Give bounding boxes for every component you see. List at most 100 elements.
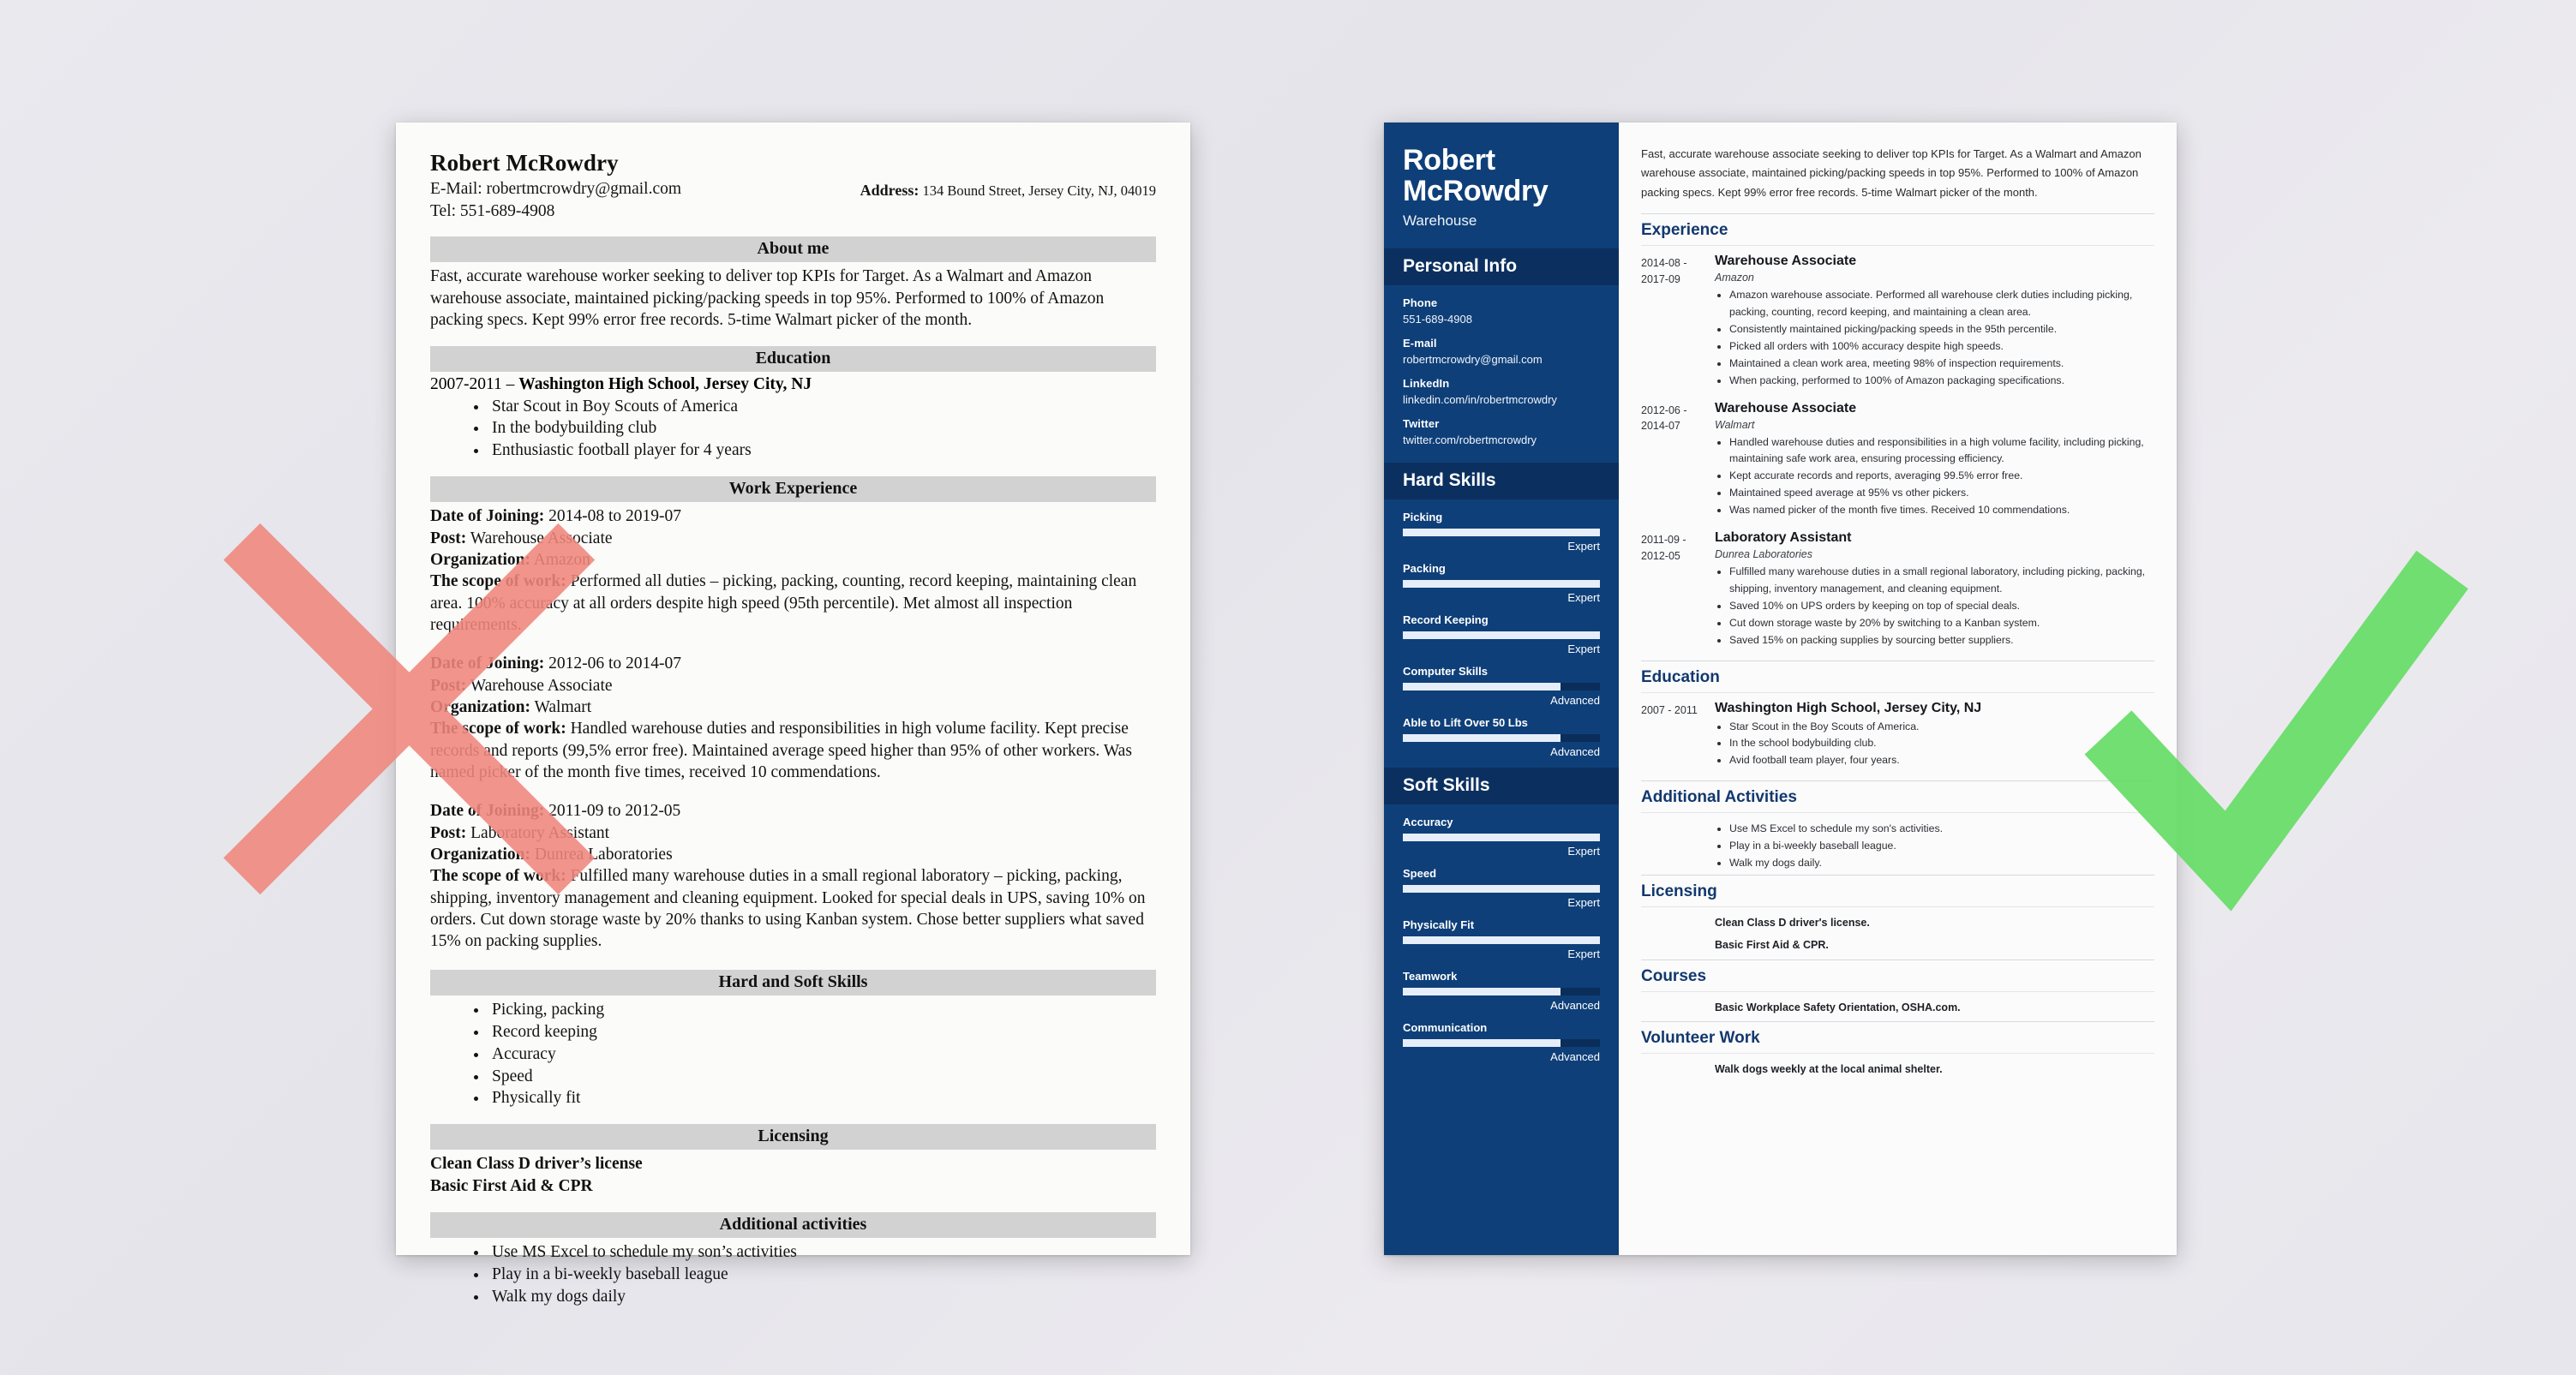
sidebar-hard-skills-heading: Hard Skills: [1384, 463, 1619, 500]
bad-job-org: Organization: Dunrea Laboratories: [430, 844, 1156, 865]
skill-bar: [1403, 529, 1600, 537]
entry-bullets: Handled warehouse duties and responsibil…: [1729, 434, 2154, 520]
skill-name: Record Keeping: [1403, 613, 1489, 627]
bad-licensing-line: Clean Class D driver’s license: [430, 1155, 643, 1174]
skill-bar: [1403, 683, 1600, 691]
list-item: Accuracy: [488, 1043, 1156, 1066]
bad-resume-email: E-Mail: robertmcrowdry@gmail.com: [430, 180, 682, 198]
list-item: Use MS Excel to schedule my son’s activi…: [488, 1241, 1156, 1264]
bad-section-skills-heading: Hard and Soft Skills: [430, 969, 1156, 995]
divider: [1641, 986, 2154, 992]
skill-bar: [1403, 1039, 1600, 1048]
value-org: Amazon: [530, 550, 590, 569]
email-label: E-mail: [1403, 337, 1437, 350]
good-courses-line: Basic Workplace Safety Orientation, OSHA…: [1715, 1001, 1961, 1013]
sidebar-soft-skills-heading: Soft Skills: [1384, 768, 1619, 805]
entry-org: Amazon: [1715, 272, 1754, 284]
skill-name: Communication: [1403, 1021, 1488, 1035]
bad-section-work-heading: Work Experience: [430, 476, 1156, 503]
email-value: robertmcrowdry@gmail.com: [1403, 353, 1543, 367]
value-post: Warehouse Associate: [466, 676, 613, 695]
skill-item: Teamwork Advanced: [1384, 970, 1619, 1012]
hard-skills-list: Picking Expert Packing Expert Record Kee…: [1384, 499, 1619, 758]
entry-dates: 2011-09 - 2012-05: [1641, 534, 1686, 562]
linkedin-label: LinkedIn: [1403, 377, 1450, 391]
bad-job-org: Organization: Amazon: [430, 549, 1156, 571]
skill-level: Advanced: [1550, 1050, 1600, 1064]
value-date: 2012-06 to 2014-07: [544, 655, 682, 673]
label-post: Post:: [430, 823, 467, 842]
bad-skills-bullets: Picking, packing Record keeping Accuracy…: [488, 999, 1156, 1110]
good-section-volunteer-heading: Volunteer Work: [1641, 1021, 2154, 1048]
label-date: Date of Joining:: [430, 655, 545, 673]
good-section-experience-heading: Experience: [1641, 213, 2154, 240]
entry-title: Warehouse Associate: [1715, 254, 1857, 269]
skill-bar-fill: [1403, 580, 1600, 589]
good-licensing-line: Clean Class D driver's license.: [1715, 917, 1870, 930]
list-item: Kept accurate records and reports, avera…: [1729, 468, 2154, 485]
linkedin-value[interactable]: linkedin.com/in/robertmcrowdry: [1403, 393, 1600, 406]
list-item: In the bodybuilding club: [488, 417, 1156, 439]
skill-bar-fill: [1403, 683, 1561, 691]
list-item: Consistently maintained picking/packing …: [1729, 321, 2154, 338]
list-item: Maintained speed average at 95% vs other…: [1729, 485, 2154, 502]
skill-level: Advanced: [1550, 694, 1600, 708]
phone-value: 551-689-4908: [1403, 313, 1472, 326]
skill-level: Expert: [1567, 591, 1600, 605]
list-item: Walk my dogs daily: [488, 1286, 1156, 1308]
skill-bar: [1403, 631, 1600, 640]
phone-label: Phone: [1403, 296, 1438, 310]
divider: [1641, 1048, 2154, 1055]
sidebar-personal-info-block: Phone 551-689-4908 E-mail robertmcrowdry…: [1384, 285, 1619, 463]
value-post: Laboratory Assistant: [466, 823, 610, 842]
value-org: Walmart: [530, 698, 592, 717]
value-post: Warehouse Associate: [466, 529, 613, 547]
twitter-label: Twitter: [1403, 417, 1440, 431]
bad-job-date: Date of Joining: 2014-08 to 2019-07: [430, 505, 1156, 527]
value-org: Dunrea Laboratories: [530, 846, 673, 864]
skill-item: Speed Expert: [1384, 867, 1619, 909]
good-experience-entry: 2012-06 - 2014-07 Warehouse Associate Wa…: [1641, 401, 2154, 520]
value-date: 2011-09 to 2012-05: [544, 802, 681, 821]
twitter-value[interactable]: twitter.com/robertmcrowdry: [1403, 433, 1600, 446]
bad-job-scope: The scope of work: Performed all duties …: [430, 571, 1156, 636]
bad-resume-address-value: 134 Bound Street, Jersey City, NJ, 04019: [922, 182, 1156, 199]
list-item: Play in a bi-weekly baseball league: [488, 1264, 1156, 1286]
bad-job-post: Post: Laboratory Assistant: [430, 822, 1156, 844]
skill-level: Advanced: [1550, 745, 1600, 759]
bad-resume-tel: Tel: 551-689-4908: [430, 201, 555, 220]
list-item: Amazon warehouse associate. Performed al…: [1729, 287, 2154, 321]
skill-bar-fill: [1403, 885, 1600, 894]
skill-name: Physically Fit: [1403, 918, 1475, 932]
skill-bar: [1403, 734, 1600, 743]
skill-name: Picking: [1403, 511, 1443, 524]
bad-about-text: Fast, accurate warehouse worker seeking …: [430, 267, 1105, 330]
bad-job-post: Post: Warehouse Associate: [430, 528, 1156, 549]
skill-bar-fill: [1403, 734, 1561, 743]
list-item: Use MS Excel to schedule my son's activi…: [1729, 821, 2154, 838]
good-section-courses-heading: Courses: [1641, 959, 2154, 986]
good-resume-role: Warehouse: [1403, 212, 1477, 230]
skill-level: Expert: [1567, 845, 1600, 858]
entry-details: Washington High School, Jersey City, NJ …: [1715, 701, 2154, 770]
divider: [1641, 240, 2154, 247]
entry-bullets: Star Scout in the Boy Scouts of America.…: [1729, 719, 2154, 770]
entry-details: Warehouse Associate Amazon Amazon wareho…: [1715, 254, 2154, 389]
sidebar-personal-info-heading: Personal Info: [1384, 248, 1619, 286]
bad-education-bullets: Star Scout in Boy Scouts of America In t…: [488, 396, 1156, 463]
bad-section-additional-heading: Additional activities: [430, 1211, 1156, 1238]
good-section-additional-heading: Additional Activities: [1641, 780, 2154, 807]
label-date: Date of Joining:: [430, 507, 545, 526]
skill-level: Advanced: [1550, 999, 1600, 1013]
entry-dates: 2007 - 2011: [1641, 703, 1698, 716]
bad-section-education-heading: Education: [430, 345, 1156, 372]
skill-level: Expert: [1567, 948, 1600, 961]
entry-title: Laboratory Assistant: [1715, 530, 1852, 546]
label-post: Post:: [430, 529, 467, 547]
bad-job-date: Date of Joining: 2012-06 to 2014-07: [430, 653, 1156, 674]
good-additional-bullets: Use MS Excel to schedule my son's activi…: [1729, 821, 2154, 872]
bad-job-entry: Date of Joining: 2012-06 to 2014-07 Post…: [430, 653, 1156, 783]
good-section-licensing-heading: Licensing: [1641, 875, 2154, 901]
bad-job-org: Organization: Walmart: [430, 696, 1156, 718]
entry-dates: 2014-08 - 2017-09: [1641, 257, 1687, 285]
